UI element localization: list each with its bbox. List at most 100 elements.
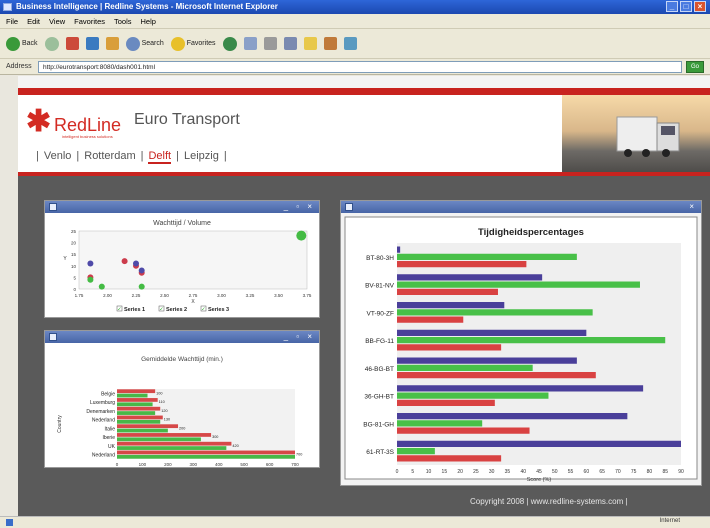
category-label: Iberie	[102, 435, 115, 441]
address-input[interactable]: http://eurotransport:8080/dash001.html	[38, 60, 682, 73]
bar	[397, 288, 498, 295]
bar	[117, 411, 156, 415]
logo-star-icon: ✱	[26, 105, 52, 138]
plot-area	[78, 230, 308, 290]
forward-arrow-icon[interactable]	[44, 36, 59, 51]
bar	[117, 437, 201, 442]
print-icon[interactable]	[263, 37, 277, 50]
menu-edit[interactable]: Edit	[27, 14, 40, 28]
nav-item-delft[interactable]: Delft	[148, 150, 172, 164]
header-red-stripe	[18, 88, 710, 95]
address-bar: Address http://eurotransport:8080/dash00…	[0, 59, 710, 75]
bar	[117, 406, 161, 411]
minimize-button[interactable]: _	[666, 1, 678, 12]
x-tick-label: 100	[139, 462, 147, 467]
category-label: UK	[108, 444, 116, 450]
data-label: 700	[296, 453, 302, 457]
stop-icon[interactable]	[65, 37, 79, 50]
search-button[interactable]: Search	[125, 36, 164, 51]
nav-item-rotterdam[interactable]: Rotterdam	[84, 150, 135, 164]
y-tick-label: 20	[71, 241, 77, 246]
bar	[117, 415, 163, 420]
bar	[397, 316, 464, 323]
category-label: 36-GH-BT	[364, 394, 394, 401]
bar	[397, 274, 543, 281]
folder-icon[interactable]	[303, 37, 317, 50]
bar	[397, 372, 596, 379]
history-icon[interactable]	[222, 36, 237, 51]
x-tick-label: 85	[662, 469, 668, 475]
back-arrow-icon	[6, 36, 20, 51]
panel-close-button[interactable]: ×	[689, 201, 697, 213]
data-label: 130	[164, 418, 170, 422]
bar	[117, 428, 168, 433]
search-icon	[125, 36, 140, 51]
x-tick-label: 3.75	[303, 293, 312, 298]
star-icon	[170, 36, 185, 51]
x-tick-label: 400	[215, 462, 223, 467]
category-label: Italie	[104, 426, 115, 432]
x-tick-label: 5	[411, 469, 414, 475]
menu-tools[interactable]: Tools	[114, 14, 132, 28]
bar	[397, 309, 593, 316]
go-button[interactable]: Go	[686, 60, 704, 73]
category-label: BB-FG-11	[365, 338, 394, 345]
x-tick-label: 70	[615, 469, 621, 475]
messenger-icon[interactable]	[323, 37, 337, 50]
panel-window-buttons[interactable]: _ ▫ ×	[284, 201, 315, 213]
page-status-icon	[6, 519, 13, 526]
bar	[117, 393, 148, 398]
category-label: BG-81-GH	[363, 421, 394, 428]
copyright-text[interactable]: Copyright 2008 | www.redline-systems.com…	[470, 497, 628, 506]
scatter-point	[98, 283, 105, 290]
x-tick-label: 3.50	[274, 293, 283, 298]
x-tick-label: 2.25	[132, 293, 141, 298]
location-nav: | Venlo | Rotterdam | Delft | Leipzig |	[36, 150, 227, 164]
bar	[397, 253, 577, 260]
scatter-panel: _ ▫ × Wachttijd / Volume 1.75 2.00 2.25 2.50…	[44, 200, 320, 318]
x-tick-label: 300	[190, 462, 198, 467]
refresh-icon[interactable]	[85, 37, 99, 50]
menu-view[interactable]: View	[49, 14, 65, 28]
nav-item-leipzig[interactable]: Leipzig	[184, 150, 219, 164]
category-label: VT-90-ZF	[367, 310, 394, 317]
bar	[397, 427, 530, 434]
x-tick-label: 60	[584, 469, 590, 475]
logo[interactable]: RedLine	[54, 115, 121, 136]
mail-icon[interactable]	[243, 37, 257, 50]
bar	[117, 419, 161, 424]
back-button[interactable]: Back	[6, 36, 38, 51]
x-tick-label: 2.75	[189, 293, 198, 298]
chart-title: Gemiddelde Wachttijd (min.)	[141, 356, 223, 363]
y-tick-label: 10	[71, 264, 77, 269]
home-icon[interactable]	[105, 37, 119, 50]
bar	[397, 455, 502, 462]
nav-item-venlo[interactable]: Venlo	[44, 150, 72, 164]
edit-icon[interactable]	[283, 37, 297, 50]
bar	[117, 402, 153, 407]
close-window-button[interactable]: ×	[694, 1, 706, 12]
menu-favorites[interactable]: Favorites	[74, 14, 105, 28]
timeliness-panel-header[interactable]: ×	[341, 201, 701, 213]
wait-time-panel-header[interactable]: _ ▫ ×	[45, 331, 319, 343]
scatter-point	[138, 283, 145, 290]
x-tick-label: 15	[442, 469, 448, 475]
favorites-button[interactable]: Favorites	[170, 36, 216, 51]
wait-time-panel: _ ▫ × Gemiddelde Wachttijd (min.) Belgie 1…	[44, 330, 320, 468]
scatter-panel-header[interactable]: _ ▫ ×	[45, 201, 319, 213]
status-bar: Internet	[0, 516, 710, 528]
x-tick-label: 3.00	[217, 293, 226, 298]
x-axis-label: Score (%)	[527, 477, 552, 483]
x-tick-label: 700	[291, 462, 299, 467]
menu-help[interactable]: Help	[141, 14, 156, 28]
menu-file[interactable]: File	[6, 14, 18, 28]
y-axis-label: Country	[57, 415, 63, 433]
x-tick-label: 20	[457, 469, 463, 475]
scatter-point	[133, 260, 139, 267]
panel-icon	[49, 333, 57, 341]
maximize-button[interactable]: □	[680, 1, 692, 12]
panel-window-buttons[interactable]: _ ▫ ×	[284, 331, 315, 343]
bar	[397, 420, 483, 427]
tools-icon[interactable]	[343, 37, 357, 50]
bar	[397, 392, 549, 399]
